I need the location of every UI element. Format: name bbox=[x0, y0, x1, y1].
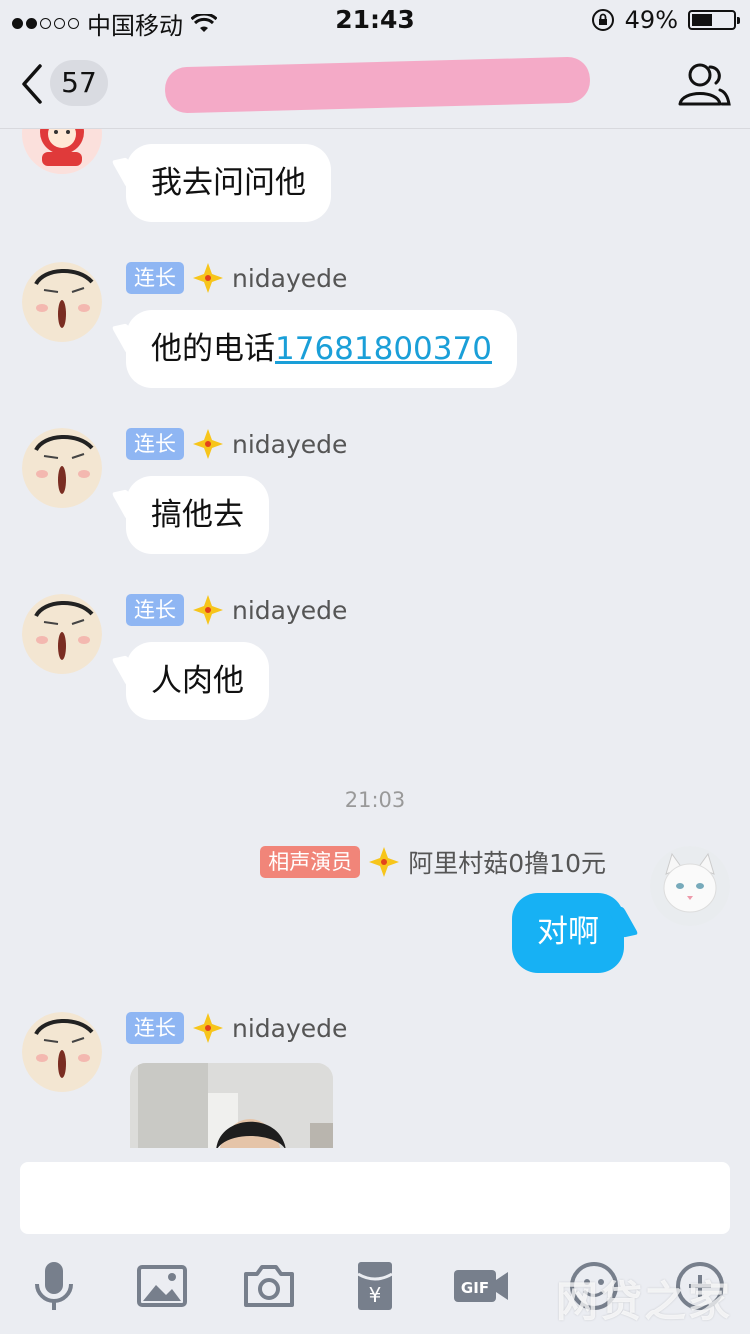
camera-icon[interactable] bbox=[241, 1258, 297, 1314]
phone-link[interactable]: 17681800370 bbox=[275, 331, 492, 367]
sender-name[interactable]: nidayede bbox=[232, 264, 347, 293]
message-bubble[interactable]: 人肉他 bbox=[126, 642, 269, 720]
message-input[interactable] bbox=[20, 1162, 730, 1234]
member-title-badge: 连长 bbox=[126, 262, 184, 294]
message-bubble[interactable]: 他的电话17681800370 bbox=[126, 310, 517, 388]
sender-row: 相声演员 阿里村菇0撸10元 bbox=[260, 845, 606, 879]
message-text: 他的电话 bbox=[151, 331, 275, 367]
level-star-icon bbox=[369, 847, 400, 877]
sender-name[interactable]: 阿里村菇0撸10元 bbox=[408, 844, 606, 880]
sender-name[interactable]: nidayede bbox=[232, 596, 347, 625]
microphone-icon[interactable] bbox=[26, 1258, 82, 1314]
message-text: 对啊 bbox=[537, 914, 599, 950]
message-text: 人肉他 bbox=[151, 663, 244, 699]
unread-count-badge[interactable]: 57 bbox=[50, 60, 108, 106]
avatar[interactable] bbox=[22, 428, 102, 508]
red-packet-symbol: ¥ bbox=[369, 1283, 382, 1307]
sender-row: 连长 nidayede bbox=[126, 1011, 347, 1045]
watermark: 网贷之家 bbox=[555, 1277, 732, 1326]
back-chevron-icon[interactable] bbox=[14, 62, 54, 106]
member-title-badge: 相声演员 bbox=[260, 846, 361, 878]
gif-label: GIF bbox=[461, 1279, 489, 1297]
image-message[interactable] bbox=[130, 1063, 333, 1148]
chat-header: 57 bbox=[0, 40, 750, 129]
rotation-lock-icon bbox=[591, 9, 614, 31]
member-title-badge: 连长 bbox=[126, 1012, 184, 1044]
group-members-icon[interactable] bbox=[676, 58, 732, 110]
message-list[interactable]: 我去问问他 连长 nidayede 他的电话17681800370 连长 nid… bbox=[0, 128, 750, 1148]
battery-icon bbox=[688, 10, 740, 30]
message-bubble[interactable]: 我去问问他 bbox=[126, 144, 331, 222]
sender-row: 连长 nidayede bbox=[126, 593, 347, 627]
image-icon[interactable] bbox=[134, 1258, 190, 1314]
level-star-icon bbox=[193, 263, 223, 293]
status-bar: 中国移动 21:43 49% bbox=[0, 0, 750, 40]
battery-percent: 49% bbox=[624, 6, 678, 34]
my-message-bubble[interactable]: 对啊 bbox=[512, 893, 624, 973]
message-text: 我去问问他 bbox=[151, 165, 306, 201]
my-avatar[interactable] bbox=[650, 846, 730, 926]
redacted-title bbox=[164, 56, 591, 114]
avatar[interactable] bbox=[22, 128, 102, 174]
message-timestamp: 21:03 bbox=[344, 788, 406, 812]
sender-name[interactable]: nidayede bbox=[232, 430, 347, 459]
message-bubble[interactable]: 搞他去 bbox=[126, 476, 269, 554]
avatar[interactable] bbox=[22, 1012, 102, 1092]
avatar[interactable] bbox=[22, 594, 102, 674]
member-title-badge: 连长 bbox=[126, 428, 184, 460]
sender-row: 连长 nidayede bbox=[126, 261, 347, 295]
sender-row: 连长 nidayede bbox=[126, 427, 347, 461]
level-star-icon bbox=[193, 1013, 223, 1043]
member-title-badge: 连长 bbox=[126, 594, 184, 626]
message-text: 搞他去 bbox=[151, 497, 244, 533]
level-star-icon bbox=[193, 595, 223, 625]
gif-icon[interactable]: GIF bbox=[452, 1258, 512, 1314]
red-packet-icon[interactable]: ¥ bbox=[347, 1258, 403, 1314]
avatar[interactable] bbox=[22, 262, 102, 342]
level-star-icon bbox=[193, 429, 223, 459]
sender-name[interactable]: nidayede bbox=[232, 1014, 347, 1043]
